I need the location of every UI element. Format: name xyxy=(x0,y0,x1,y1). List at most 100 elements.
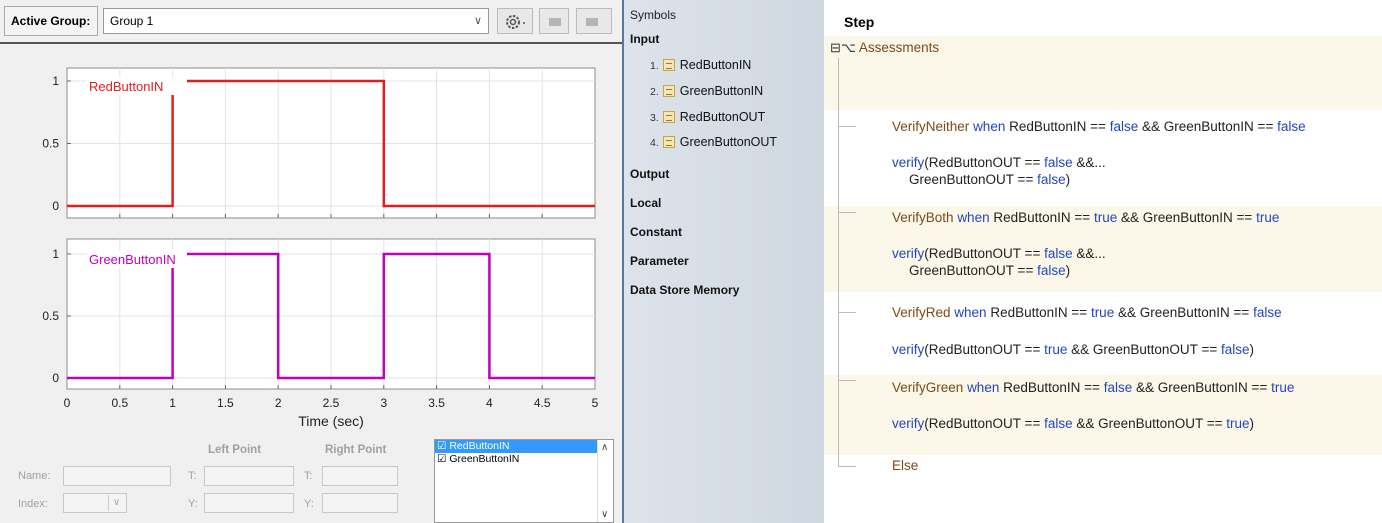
symbol-index: 4. xyxy=(650,137,659,149)
tree-branch xyxy=(838,466,856,467)
action-text: (RedButtonOUT == xyxy=(924,416,1041,431)
step-name: VerifyRed xyxy=(892,305,951,320)
bool-literal: false xyxy=(1044,416,1073,431)
condition-text: && GreenButtonIN == xyxy=(1117,305,1250,320)
left-point-heading: Left Point xyxy=(208,444,262,456)
step-action[interactable]: verify(RedButtonOUT == false &&... xyxy=(892,246,1106,261)
section-constant[interactable]: Constant xyxy=(630,225,682,239)
action-text: ) xyxy=(1249,342,1255,357)
condition-text: RedButtonIN == xyxy=(993,210,1091,225)
collapse-icon[interactable]: ⊟⌥ xyxy=(830,40,856,55)
symbol-item-redbuttonin[interactable]: 1. RedButtonIN xyxy=(650,58,751,72)
symbol-item-greenbuttonin[interactable]: 2. GreenButtonIN xyxy=(650,84,763,98)
signal-label: RedButtonIN xyxy=(89,79,163,94)
bool-literal: false xyxy=(1109,119,1139,134)
when-keyword: when xyxy=(954,305,987,320)
step-action[interactable]: GreenButtonOUT == false) xyxy=(909,263,1070,278)
condition-text: && GreenButtonIN == xyxy=(1136,380,1268,395)
symbol-item-redbuttonout[interactable]: 3. RedButtonOUT xyxy=(650,110,765,124)
symbol-name: RedButtonIN xyxy=(679,58,752,72)
bool-literal: true xyxy=(1093,210,1118,225)
move-signal-down-button[interactable] xyxy=(576,8,612,34)
x-tick-label: 3.5 xyxy=(428,396,445,410)
step-action[interactable]: verify(RedButtonOUT == false && GreenBut… xyxy=(892,416,1254,431)
action-text: &&... xyxy=(1076,155,1106,170)
transition-condition[interactable]: VerifyRed when RedButtonIN == true && Gr… xyxy=(892,305,1282,320)
signal-list-item-redbuttonin[interactable]: ☑ RedButtonIN xyxy=(435,440,598,453)
scroll-up-icon[interactable]: ∧ xyxy=(601,442,608,453)
signal-label: GreenButtonIN xyxy=(89,252,176,267)
when-keyword: when xyxy=(967,380,1000,395)
left-t-field[interactable] xyxy=(204,466,294,486)
action-text: ) xyxy=(1065,263,1071,278)
symbol-item-greenbuttonout[interactable]: 4. GreenButtonOUT xyxy=(650,135,777,149)
redbuttonin-axes[interactable]: 0 0.5 1 RedButtonIN xyxy=(42,67,596,219)
step-else[interactable]: Else xyxy=(892,458,918,473)
right-y-field[interactable] xyxy=(322,493,398,513)
step-name: VerifyBoth xyxy=(892,210,954,225)
bool-literal: true xyxy=(1044,342,1068,357)
left-y-label: Y: xyxy=(188,498,198,510)
transition-condition[interactable]: VerifyNeither when RedButtonIN == false … xyxy=(892,119,1306,134)
symbol-name: RedButtonOUT xyxy=(679,110,766,124)
condition-text: RedButtonIN == xyxy=(1003,380,1100,395)
section-output[interactable]: Output xyxy=(630,167,669,181)
chevron-down-icon: ∨ xyxy=(473,15,482,27)
tree-branch xyxy=(838,380,856,381)
verify-keyword: verify xyxy=(892,246,925,261)
symbol-index: 3. xyxy=(650,112,659,124)
x-tick-label: 2.5 xyxy=(323,396,340,410)
signal-list[interactable]: ☑ RedButtonIN ☑ GreenButtonIN ∧ ∨ xyxy=(434,439,614,523)
symbols-pane: Symbols Input 1. RedButtonIN 2. GreenButto… xyxy=(622,0,824,523)
action-text: && GreenButtonOUT == xyxy=(1071,342,1218,357)
step-name: VerifyGreen xyxy=(892,380,964,395)
name-field[interactable] xyxy=(63,466,171,486)
section-local[interactable]: Local xyxy=(630,196,661,210)
x-tick-label: 2 xyxy=(275,396,282,410)
y-tick-label: 0 xyxy=(52,199,59,213)
right-t-label: T: xyxy=(304,470,313,482)
verify-keyword: verify xyxy=(892,155,925,170)
transition-condition[interactable]: VerifyBoth when RedButtonIN == true && G… xyxy=(892,210,1279,225)
y-tick-label: 1 xyxy=(52,247,59,261)
action-text: && GreenButtonOUT == xyxy=(1076,416,1223,431)
move-signal-up-button[interactable] xyxy=(539,8,569,34)
bool-literal: false xyxy=(1103,380,1133,395)
chevron-down-icon: ∨ xyxy=(108,495,124,511)
left-t-label: T: xyxy=(188,470,197,482)
action-text: ) xyxy=(1065,172,1071,187)
assessments-step[interactable]: ⊟⌥ Assessments xyxy=(830,40,939,56)
signal-plot[interactable]: 0 0.5 1 RedButtonIN 0 0.5 1 GreenButtonIN 0 0.5 1… xyxy=(0,46,622,438)
section-input[interactable]: Input xyxy=(630,32,659,46)
left-y-field[interactable] xyxy=(204,493,294,513)
verify-keyword: verify xyxy=(892,342,925,357)
bool-literal: false xyxy=(1037,172,1066,187)
bool-literal: true xyxy=(1271,380,1295,395)
signal-list-item-greenbuttonin[interactable]: ☑ GreenButtonIN xyxy=(435,453,613,466)
step-action[interactable]: verify(RedButtonOUT == true && GreenButt… xyxy=(892,342,1254,357)
name-label: Name: xyxy=(18,470,51,482)
step-action[interactable]: GreenButtonOUT == false) xyxy=(909,172,1070,187)
section-parameter[interactable]: Parameter xyxy=(630,254,689,268)
point-details: Left Point Right Point Name: T: T: Index… xyxy=(0,438,430,523)
scroll-down-icon[interactable]: ∨ xyxy=(601,509,608,520)
condition-text: RedButtonIN == xyxy=(990,305,1088,320)
index-dropdown[interactable]: ∨ xyxy=(63,493,127,513)
section-data-store-memory[interactable]: Data Store Memory xyxy=(630,283,739,297)
input-data-icon xyxy=(662,111,675,123)
greenbuttonin-axes[interactable]: 0 0.5 1 GreenButtonIN 0 0.5 1 1.5 2 2.5 3 3.5 4 4.5 5 T… xyxy=(42,238,599,429)
tree-branch xyxy=(838,312,856,313)
action-text: (RedButtonOUT == xyxy=(924,155,1041,170)
gear-icon xyxy=(506,15,525,29)
active-group-dropdown[interactable]: Group 1 ∨ xyxy=(103,8,489,34)
settings-button[interactable] xyxy=(497,8,533,34)
bool-literal: false xyxy=(1253,305,1282,320)
index-label: Index: xyxy=(18,498,48,510)
step-action[interactable]: verify(RedButtonOUT == false &&... xyxy=(892,155,1106,170)
right-t-field[interactable] xyxy=(322,466,398,486)
bool-literal: true xyxy=(1256,210,1280,225)
transition-condition[interactable]: VerifyGreen when RedButtonIN == false &&… xyxy=(892,380,1294,395)
symbols-title: Symbols xyxy=(630,8,677,22)
bool-literal: true xyxy=(1226,416,1250,431)
signal-list-scrollbar[interactable]: ∧ ∨ xyxy=(597,440,613,522)
